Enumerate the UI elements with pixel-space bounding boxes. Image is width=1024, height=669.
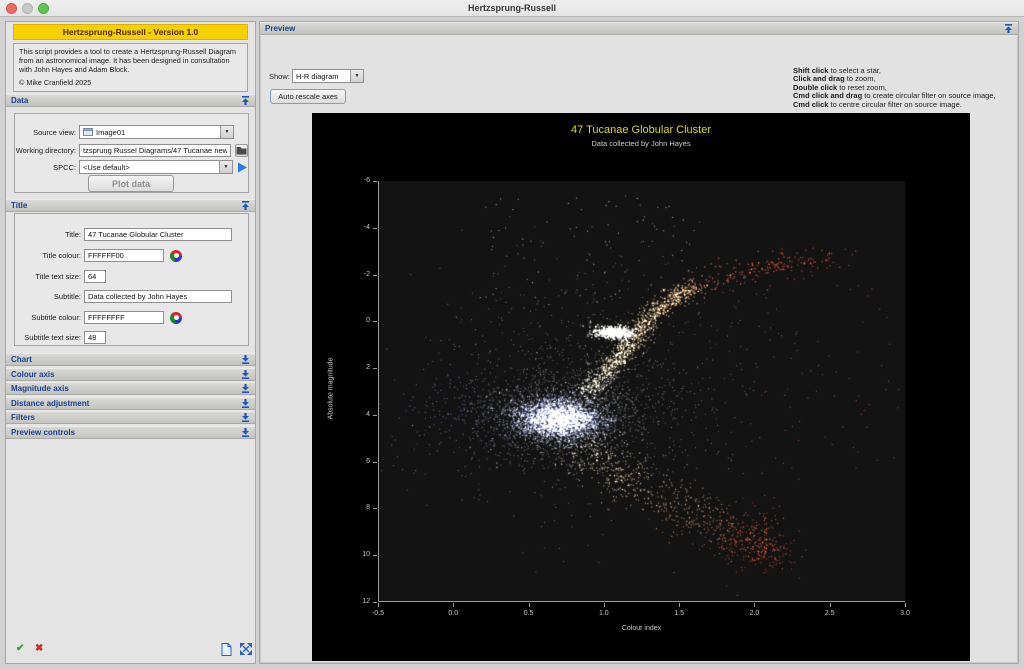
subtitle-label: Subtitle: bbox=[15, 292, 81, 301]
script-title-text: Hertzsprung-Russell - Version 1.0 bbox=[63, 27, 199, 37]
auto-rescale-axes-button[interactable]: Auto rescale axes bbox=[270, 89, 346, 104]
subtitle-colour-input[interactable] bbox=[84, 311, 164, 324]
new-instance-document-icon[interactable] bbox=[221, 643, 232, 656]
title-input[interactable] bbox=[84, 228, 232, 241]
collapse-up-icon[interactable] bbox=[1004, 24, 1013, 33]
section-title-title: Title bbox=[6, 201, 27, 210]
preview-header-title: Preview bbox=[260, 24, 295, 33]
title-size-label: Title text size: bbox=[15, 272, 81, 281]
expand-down-icon[interactable] bbox=[241, 399, 250, 408]
expand-down-icon[interactable] bbox=[241, 370, 250, 379]
show-dropdown[interactable]: H-R diagram ▼ bbox=[292, 69, 364, 83]
chart-title: 47 Tucanae Globular Cluster bbox=[312, 124, 970, 136]
expand-down-icon[interactable] bbox=[241, 413, 250, 422]
show-label: Show: bbox=[269, 72, 290, 81]
subtitle-size-label: Subtitle text size: bbox=[15, 333, 81, 342]
title-colour-input[interactable] bbox=[84, 249, 164, 262]
title-colour-wheel-icon[interactable] bbox=[170, 250, 182, 262]
section-header-filters[interactable]: Filters bbox=[6, 411, 255, 424]
expand-down-icon[interactable] bbox=[241, 355, 250, 364]
parameters-panel: Hertzsprung-Russell - Version 1.0 This s… bbox=[5, 21, 256, 664]
section-header-distance-adjustment[interactable]: Distance adjustment bbox=[6, 397, 255, 410]
folder-icon bbox=[236, 146, 247, 155]
spcc-dropdown[interactable]: <Use default> ▼ bbox=[79, 160, 233, 174]
hr-scatter-canvas[interactable] bbox=[379, 181, 906, 602]
title-colour-label: Title colour: bbox=[15, 251, 81, 260]
plot-area[interactable] bbox=[378, 181, 905, 602]
subtitle-colour-label: Subtitle colour: bbox=[15, 313, 81, 322]
y-axis-label: Absolute magnitude bbox=[328, 344, 335, 434]
section-header-preview-controls[interactable]: Preview controls bbox=[6, 426, 255, 439]
collapse-up-icon[interactable] bbox=[241, 96, 250, 105]
title-size-input[interactable] bbox=[84, 270, 106, 283]
subtitle-colour-wheel-icon[interactable] bbox=[170, 312, 182, 324]
subtitle-size-input[interactable] bbox=[84, 331, 106, 344]
description-text: This script provides a tool to create a … bbox=[19, 47, 242, 74]
section-header-preview[interactable]: Preview bbox=[260, 22, 1018, 35]
image-window-icon bbox=[83, 128, 93, 136]
spcc-dropdown-arrow[interactable]: ▼ bbox=[219, 161, 232, 173]
working-directory-label: Working directory: bbox=[15, 146, 76, 155]
hr-diagram-chart[interactable]: 47 Tucanae Globular Cluster Data collect… bbox=[312, 113, 970, 661]
spcc-value: <Use default> bbox=[83, 163, 130, 172]
play-icon bbox=[237, 162, 248, 173]
spcc-label: SPCC: bbox=[15, 163, 76, 172]
window-titlebar: Hertzsprung-Russell bbox=[0, 0, 1024, 17]
run-spcc-button[interactable] bbox=[237, 162, 248, 173]
preview-instructions: Shift click to select a star, Click and … bbox=[793, 67, 1019, 109]
window-title: Hertzsprung-Russell bbox=[0, 3, 1024, 13]
copyright-text: © Mike Cranfield 2025 bbox=[19, 78, 242, 87]
section-header-colour-axis[interactable]: Colour axis bbox=[6, 368, 255, 381]
plot-data-button[interactable]: Plot data bbox=[88, 175, 174, 192]
source-view-label: Source view: bbox=[15, 128, 76, 137]
source-view-dropdown-arrow[interactable]: ▼ bbox=[220, 126, 233, 138]
description-box: This script provides a tool to create a … bbox=[13, 43, 248, 92]
collapse-up-icon[interactable] bbox=[241, 201, 250, 210]
instruction-line: Cmd click to centre circular filter on s… bbox=[793, 101, 1019, 109]
show-dropdown-arrow[interactable]: ▼ bbox=[350, 70, 363, 82]
script-title-banner: Hertzsprung-Russell - Version 1.0 bbox=[13, 24, 248, 40]
preview-panel: Preview Show: H-R diagram ▼ Auto rescale… bbox=[259, 21, 1019, 664]
reset-diagonal-arrows-icon[interactable] bbox=[240, 643, 252, 655]
title-label: Title: bbox=[15, 230, 81, 239]
source-view-value: Image01 bbox=[96, 128, 125, 137]
title-section-body: Title: Title colour: Title text size: Su… bbox=[14, 213, 249, 346]
subtitle-input[interactable] bbox=[84, 290, 232, 303]
expand-down-icon[interactable] bbox=[241, 384, 250, 393]
show-dropdown-value: H-R diagram bbox=[296, 72, 339, 81]
section-title-data: Data bbox=[6, 96, 28, 105]
section-header-title[interactable]: Title bbox=[6, 199, 255, 212]
preview-content: Show: H-R diagram ▼ Auto rescale axes Sh… bbox=[260, 36, 1018, 663]
x-axis-label: Colour index bbox=[378, 625, 905, 632]
expand-down-icon[interactable] bbox=[241, 428, 250, 437]
cancel-cross-icon[interactable]: ✖ bbox=[35, 644, 43, 654]
section-header-data[interactable]: Data bbox=[6, 94, 255, 107]
section-header-magnitude-axis[interactable]: Magnitude axis bbox=[6, 382, 255, 395]
browse-folder-button[interactable] bbox=[235, 144, 248, 157]
data-section-body: Source view: Image01 ▼ Working directory… bbox=[14, 113, 249, 193]
source-view-dropdown[interactable]: Image01 ▼ bbox=[79, 125, 234, 139]
chart-subtitle: Data collected by John Hayes bbox=[312, 139, 970, 148]
section-header-chart[interactable]: Chart bbox=[6, 353, 255, 366]
working-directory-input[interactable] bbox=[79, 144, 231, 157]
ok-check-icon[interactable]: ✔ bbox=[16, 644, 24, 654]
